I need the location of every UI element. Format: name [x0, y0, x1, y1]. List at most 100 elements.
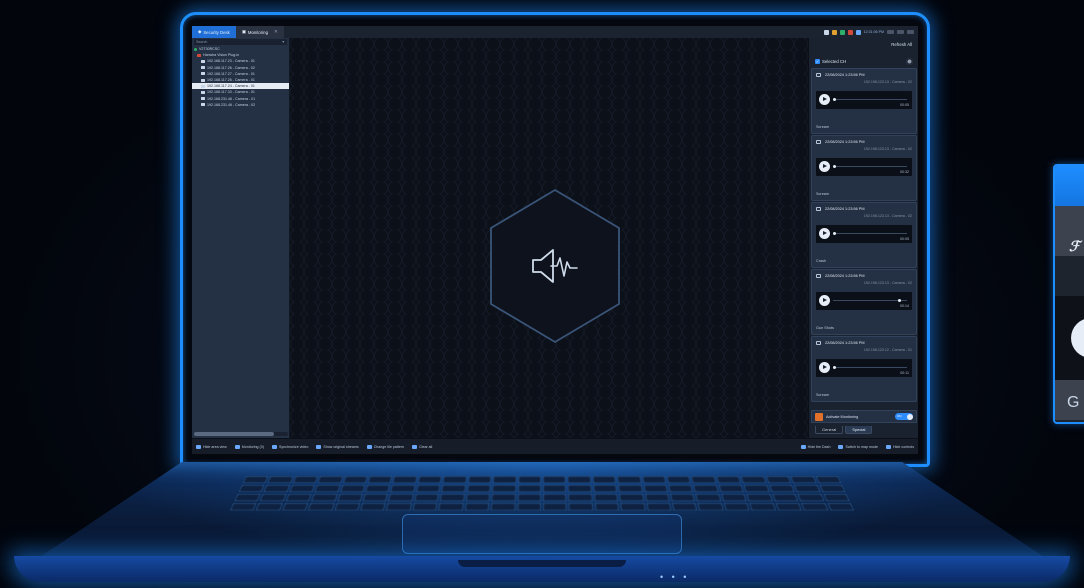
toolbar-button[interactable]: Synchronize video	[271, 444, 309, 449]
tree-item[interactable]: 192.168.231.46 - Camera - 02	[192, 102, 289, 108]
toolbar-label: Show original streams	[323, 444, 359, 449]
keyboard-key	[718, 484, 745, 493]
event-type: Scream	[816, 192, 830, 196]
toolbar-button[interactable]: Hide controls	[886, 444, 914, 449]
gear-icon[interactable]	[906, 57, 913, 65]
monitoring-toggle[interactable]: ON	[895, 413, 913, 420]
keyboard-key	[819, 484, 846, 493]
close-icon[interactable]: ✕	[274, 29, 278, 35]
tab-security-desk[interactable]: ◆ Security Desk	[192, 26, 236, 38]
event-camera: 192.198.123.13 - Camera - 02	[863, 281, 912, 285]
keyboard-key	[292, 476, 319, 484]
event-card[interactable]: 22/08/2024 1:23:56 PM 192.198.123.13 - Ca…	[811, 68, 917, 134]
tab-monitoring[interactable]: ▣ Monitoring ✕	[235, 26, 284, 38]
audio-seekbar[interactable]	[833, 299, 907, 302]
maximize-button[interactable]	[897, 30, 904, 34]
keyboard-key	[492, 476, 517, 484]
alert-icon[interactable]	[847, 29, 853, 35]
notification-icon[interactable]	[831, 29, 837, 35]
filter-icon[interactable]: ▼	[281, 40, 285, 44]
event-card[interactable]: 22/08/2024 1:23:56 PM 192.198.123.13 - Ca…	[811, 269, 917, 335]
tree-item-label: 192.168.231.46 - Camera - 02	[207, 102, 256, 107]
toolbar-button[interactable]: Show original streams	[316, 444, 359, 449]
side-card-footer: G	[1055, 380, 1084, 420]
toolbar-label: Synchronize video	[278, 444, 309, 449]
play-button[interactable]	[819, 295, 830, 306]
laptop-keyboard	[229, 476, 855, 511]
seekbar-knob[interactable]	[898, 299, 902, 302]
play-button[interactable]	[819, 161, 830, 172]
toolbar-button[interactable]: Clear all	[412, 444, 432, 449]
seekbar-knob[interactable]	[832, 232, 836, 235]
camera-icon	[201, 97, 205, 101]
keyboard-key	[644, 493, 670, 502]
play-button[interactable]	[1071, 318, 1084, 358]
selected-ch-label: Selected CH	[822, 58, 847, 64]
keyboard-key	[672, 503, 698, 511]
play-button[interactable]	[819, 94, 830, 105]
keyboard-key	[490, 503, 516, 511]
toolbar-button[interactable]: Change tile pattern	[366, 444, 405, 449]
tree-item-label: 192.168.231.46 - Camera - 01	[207, 96, 256, 101]
audio-seekbar[interactable]	[832, 165, 907, 168]
event-type: Gun Shots	[816, 326, 834, 330]
help-icon[interactable]	[855, 29, 861, 35]
toolbar-label: Change tile pattern	[373, 444, 405, 449]
keyboard-key	[542, 493, 567, 502]
toolbar-button[interactable]: Hide area view	[196, 444, 227, 449]
event-card[interactable]: 22/08/2024 1:23:56 PM 192.198.123.12 - Ca…	[811, 336, 917, 402]
close-window-button[interactable]	[907, 30, 914, 34]
keyboard-key	[307, 503, 335, 511]
event-card[interactable]: 22/08/2024 1:23:56 PM 192.198.123.13 - Ca…	[811, 135, 917, 201]
tree-item-label: 192.168.117.33 - Camera - 01	[207, 90, 255, 95]
audio-placeholder	[487, 188, 623, 344]
toolbar-label: Hide the Dash	[807, 444, 831, 449]
keyboard-key	[234, 493, 262, 502]
tab-general[interactable]: General	[815, 426, 844, 434]
minimize-button[interactable]	[887, 30, 894, 34]
seekbar-knob[interactable]	[832, 98, 836, 101]
event-card[interactable]: 22/08/2024 1:23:56 PM 192.198.123.13 - Ca…	[811, 202, 917, 268]
audio-player: 00:11	[816, 359, 912, 377]
keyboard-key	[646, 503, 672, 511]
audio-seekbar[interactable]	[832, 232, 907, 235]
horizontal-scrollbar[interactable]	[194, 432, 288, 436]
audio-seekbar[interactable]	[832, 98, 907, 101]
keyboard-key	[259, 493, 287, 502]
seekbar-knob[interactable]	[832, 366, 836, 369]
event-duration: 00:11	[900, 371, 909, 375]
tree-item-label: 192.168.117.24 - Camera - 01	[207, 84, 255, 89]
toolbar-icon	[366, 444, 372, 449]
keyboard-key	[695, 493, 722, 502]
audio-seekbar[interactable]	[832, 366, 907, 369]
toolbar-button[interactable]: Switch to map mode	[838, 444, 878, 449]
keyboard-key	[492, 484, 516, 493]
event-list: 22/08/2024 1:23:56 PM 192.198.123.13 - Ca…	[811, 68, 917, 403]
title-spacer	[284, 26, 824, 38]
event-camera: 192.198.123.13 - Camera - 02	[863, 214, 912, 218]
refresh-all-button[interactable]: Refresh All	[891, 42, 912, 47]
keyboard-key	[311, 493, 338, 502]
play-button[interactable]	[819, 228, 830, 239]
play-button[interactable]	[819, 362, 830, 373]
tile-canvas[interactable]	[290, 38, 808, 438]
event-time: 22/08/2024 1:23:56 PM	[825, 140, 865, 144]
event-time: 22/08/2024 1:23:56 PM	[825, 73, 865, 77]
network-icon[interactable]	[839, 29, 845, 35]
keyboard-key	[568, 493, 593, 502]
keyboard-key	[390, 484, 416, 493]
scrollbar-thumb[interactable]	[194, 432, 274, 436]
laptop-indicator-dots: • • •	[660, 572, 690, 582]
keyboard-key	[768, 484, 795, 493]
seekbar-knob[interactable]	[832, 165, 836, 168]
search-input[interactable]: Search ▼	[194, 39, 287, 45]
tab-special[interactable]: Special	[845, 426, 873, 434]
side-card-subrow	[1055, 256, 1084, 296]
keyboard-key	[242, 476, 269, 484]
user-icon[interactable]	[823, 29, 829, 35]
selected-ch-checkbox[interactable]: ✓	[815, 58, 820, 64]
keyboard-key	[723, 503, 750, 511]
toolbar-button[interactable]: Hide the Dash	[800, 444, 831, 449]
monitoring-icon	[815, 412, 823, 421]
toolbar-button[interactable]: Monitoring (0)	[234, 444, 264, 449]
